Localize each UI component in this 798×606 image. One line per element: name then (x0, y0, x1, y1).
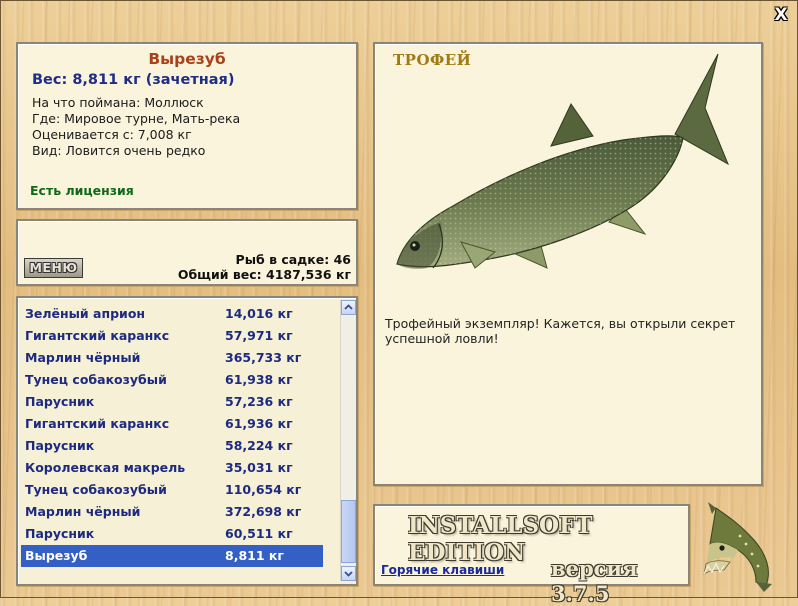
catch-fish-weight: 57,236 кг (225, 394, 293, 409)
fish-name: Вырезуб (148, 50, 226, 68)
scroll-down-button[interactable] (341, 566, 356, 581)
catch-fish-weight: 61,938 кг (225, 372, 293, 387)
trophy-title: ТРОФЕЙ (393, 51, 472, 69)
catch-fish-name: Марлин чёрный (25, 504, 141, 519)
chevron-up-icon (344, 304, 353, 310)
catch-fish-weight: 110,654 кг (225, 482, 302, 497)
catch-list-row[interactable]: Парусник 57,236 кг (21, 391, 323, 413)
catch-list-row[interactable]: Гигантский каранкс 61,936 кг (21, 413, 323, 435)
catch-list-row[interactable]: Парусник 60,511 кг (21, 523, 323, 545)
catch-fish-name: Зелёный априон (25, 306, 146, 321)
catch-list-row[interactable]: Марлин чёрный 372,698 кг (21, 501, 323, 523)
catch-fish-weight: 365,733 кг (225, 350, 302, 365)
catch-fish-name: Парусник (25, 526, 95, 541)
catch-fish-weight: 57,971 кг (225, 328, 293, 343)
catch-fish-weight: 8,811 кг (225, 548, 284, 563)
catch-fish-name: Гигантский каранкс (25, 416, 170, 431)
catch-list-panel: Зелёный априон 14,016 кг Гигантский каранк… (16, 296, 358, 586)
scroll-up-button[interactable] (341, 300, 356, 315)
catch-fish-weight: 60,511 кг (225, 526, 293, 541)
menu-button-label: МЕНЮ (29, 260, 78, 275)
close-button[interactable]: X (772, 6, 790, 24)
catch-fish-name: Гигантский каранкс (25, 328, 170, 343)
bait-info: На что поймана: Моллюск (32, 95, 204, 110)
catch-fish-name: Парусник (25, 394, 95, 409)
catch-fish-weight: 372,698 кг (225, 504, 302, 519)
catch-fish-name: Парусник (25, 438, 95, 453)
keepnet-stats-panel: МЕНЮ Рыб в садке: 46 Общий вес: 4187,536… (16, 219, 358, 286)
fish-illustration-icon (396, 53, 730, 269)
location-info: Где: Мировое турне, Мать-река (32, 111, 241, 126)
catch-list-row[interactable]: Тунец собакозубый 61,938 кг (21, 369, 323, 391)
scrollbar[interactable] (340, 300, 356, 581)
catch-fish-weight: 61,936 кг (225, 416, 293, 431)
fish-weight: Вес: 8,811 кг (зачетная) (32, 72, 235, 88)
catch-list-row[interactable]: Гигантский каранкс 57,971 кг (21, 325, 323, 347)
catch-fish-name: Королевская макрель (25, 460, 186, 475)
version-label: версия 3.7.5 (551, 556, 638, 606)
catch-list-row[interactable]: Зелёный априон 14,016 кг (21, 303, 323, 325)
catch-list-row[interactable]: Тунец собакозубый 110,654 кг (21, 479, 323, 501)
trophy-description: Трофейный экземпляр! Кажется, вы открыли… (385, 316, 736, 346)
valuation-info: Оценивается с: 7,008 кг (32, 127, 192, 142)
rarity-info: Вид: Ловится очень редко (32, 143, 206, 158)
catch-fish-name: Вырезуб (25, 548, 88, 563)
catch-list-row[interactable]: Марлин чёрный 365,733 кг (21, 347, 323, 369)
hotkeys-link[interactable]: Горячие клавиши (381, 563, 504, 577)
catch-list: Зелёный априон 14,016 кг Гигантский каранк… (21, 303, 323, 567)
fish-info-panel: Вырезуб Вес: 8,811 кг (зачетная) На что … (16, 42, 358, 210)
fish-count: Рыб в садке: 46 (235, 252, 351, 267)
catch-fish-name: Тунец собакозубый (25, 372, 167, 387)
edition-panel: INSTALLSOFT EDITION Горячие клавиши верс… (373, 504, 690, 606)
catch-fish-weight: 35,031 кг (225, 460, 293, 475)
catch-list-row[interactable]: Вырезуб 8,811 кг (21, 545, 323, 567)
catch-list-row[interactable]: Королевская макрель 35,031 кг (21, 457, 323, 479)
chevron-down-icon (344, 571, 353, 577)
menu-button[interactable]: МЕНЮ (24, 258, 83, 278)
license-status: Есть лицензия (30, 183, 134, 198)
catch-fish-name: Тунец собакозубый (25, 482, 167, 497)
scroll-thumb[interactable] (341, 500, 356, 563)
total-weight: Общий вес: 4187,536 кг (177, 267, 351, 282)
catch-fish-name: Марлин чёрный (25, 350, 141, 365)
catch-list-row[interactable]: Парусник 58,224 кг (21, 435, 323, 457)
trophy-panel: ТРОФЕЙ Трофейный экземпляр! Кажется, вы … (373, 42, 763, 486)
catch-fish-weight: 58,224 кг (225, 438, 293, 453)
catch-fish-weight: 14,016 кг (225, 306, 293, 321)
pike-fish-icon (703, 502, 772, 592)
